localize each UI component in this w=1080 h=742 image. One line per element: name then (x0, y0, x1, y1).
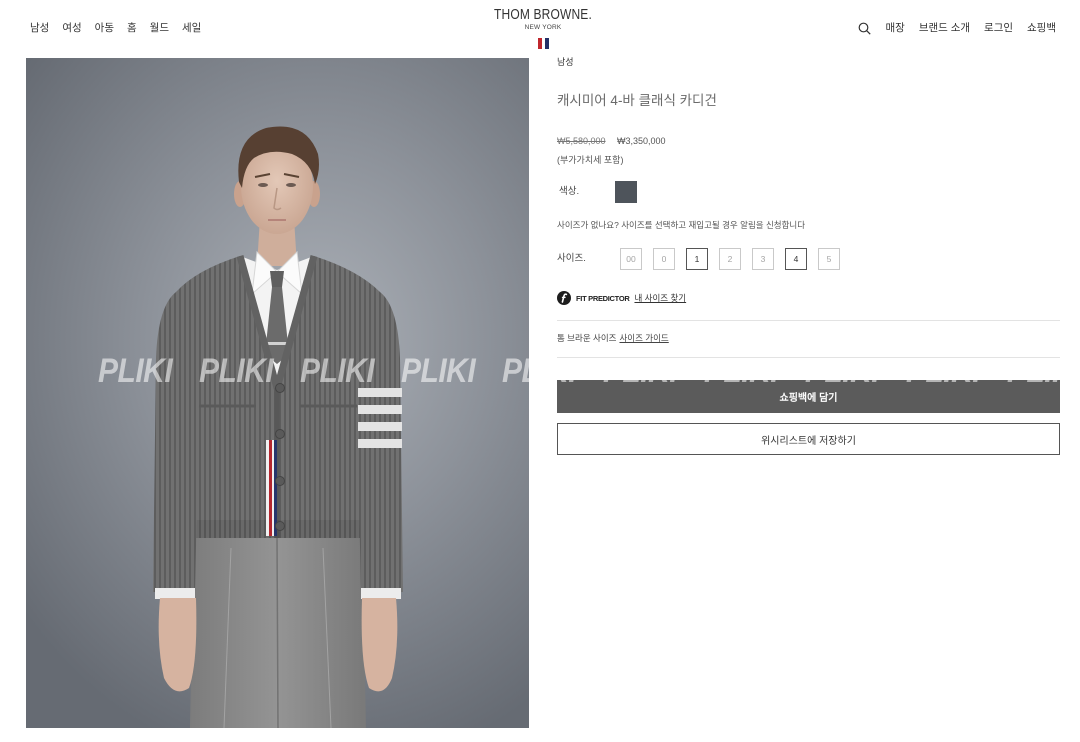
fit-predictor-label: FIT PREDICTOR (576, 293, 630, 303)
size-option-0[interactable]: 0 (653, 248, 675, 270)
nav-item-shopping-bag[interactable]: 쇼핑백 (1027, 21, 1056, 35)
nav-item-men[interactable]: 남성 (30, 21, 49, 35)
model-figure (153, 126, 403, 728)
size-label: 사이즈. (557, 253, 586, 264)
fit-predictor: FIT PREDICTOR 내 사이즈 찾기 (557, 291, 686, 305)
hand-left (158, 598, 197, 692)
logo-city: NEW YORK (524, 24, 562, 31)
logo-brand-name: THOM BROWNE. (494, 6, 592, 23)
original-price: ₩5,580,000 (557, 136, 606, 146)
cuff-left (155, 588, 195, 599)
divider (557, 357, 1060, 358)
product-page: 남성 여성 아동 홈 월드 세일 THOM BROWNE. NEW YORK 매… (0, 0, 1080, 742)
size-option-1[interactable]: 1 (686, 248, 708, 270)
product-image[interactable] (26, 58, 529, 728)
add-to-bag-button[interactable]: 쇼핑백에 담기 (557, 380, 1060, 413)
save-to-wishlist-button[interactable]: 위시리스트에 저장하기 (557, 423, 1060, 455)
sale-price: ₩3,350,000 (617, 136, 666, 146)
size-option-4[interactable]: 4 (785, 248, 807, 270)
nav-item-login[interactable]: 로그인 (984, 21, 1013, 35)
nav-item-world[interactable]: 월드 (150, 21, 169, 35)
search-icon[interactable] (858, 22, 872, 35)
size-option-5[interactable]: 5 (818, 248, 840, 270)
tricolor-flag-icon (537, 38, 549, 49)
color-swatch[interactable] (615, 181, 637, 203)
nav-item-sale[interactable]: 세일 (182, 21, 201, 35)
nav-item-kids[interactable]: 아동 (95, 21, 114, 35)
trousers (190, 528, 366, 728)
flag-stripe-blue (544, 38, 549, 49)
nav-item-about-brand[interactable]: 브랜드 소개 (919, 21, 970, 35)
nav-item-home[interactable]: 홈 (127, 21, 137, 35)
size-option-2[interactable]: 2 (719, 248, 741, 270)
hand-right (361, 598, 398, 692)
size-guide-text: 톰 브라운 사이즈 (557, 333, 617, 343)
cuff-right (361, 588, 401, 599)
vat-note: (부가가치세 포함) (557, 155, 624, 165)
utility-nav: 매장 브랜드 소개 로그인 쇼핑백 (858, 21, 1056, 35)
color-label: 색상. (559, 186, 580, 197)
find-my-size-link[interactable]: 내 사이즈 찾기 (634, 292, 686, 304)
size-guide-row: 톰 브라운 사이즈 사이즈 가이드 (557, 332, 669, 344)
size-guide-link[interactable]: 사이즈 가이드 (619, 333, 668, 343)
nav-item-women[interactable]: 여성 (62, 21, 81, 35)
brand-logo[interactable]: THOM BROWNE. NEW YORK (470, 7, 616, 49)
divider (557, 320, 1060, 321)
size-selector: 00 0 1 2 3 4 5 (620, 248, 840, 270)
product-title: 캐시미어 4-바 클래식 카디건 (557, 93, 717, 108)
main-nav: 남성 여성 아동 홈 월드 세일 (30, 21, 201, 35)
nav-item-stores[interactable]: 매장 (885, 21, 904, 35)
restock-note: 사이즈가 없나요? 사이즈를 선택하고 재입고될 경우 알림을 신청합니다 (557, 220, 806, 230)
fit-predictor-icon (557, 291, 571, 305)
search-button[interactable] (858, 22, 872, 35)
grosgrain-placket (266, 440, 277, 536)
size-option-3[interactable]: 3 (752, 248, 774, 270)
size-option-00[interactable]: 00 (620, 248, 642, 270)
breadcrumb-category[interactable]: 남성 (557, 56, 574, 68)
head (234, 126, 320, 234)
